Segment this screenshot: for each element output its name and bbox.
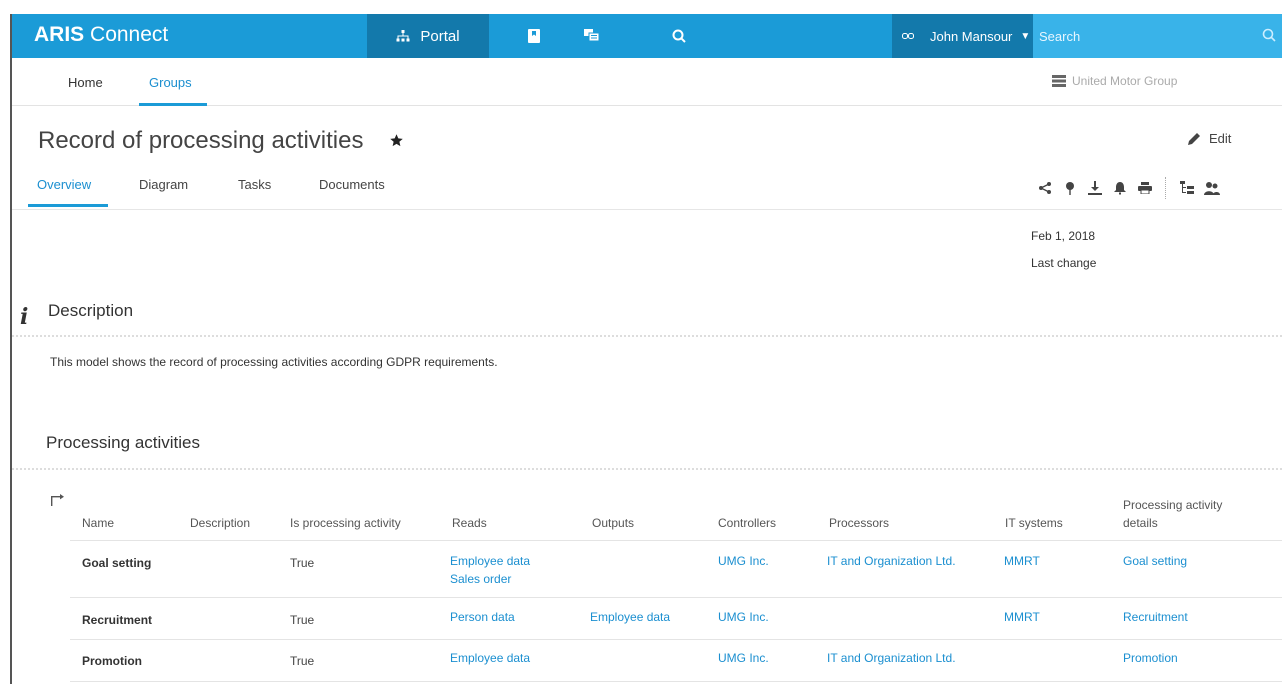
organization-selector[interactable]: United Motor Group xyxy=(1052,74,1177,88)
toolbar-divider xyxy=(1165,177,1166,199)
cell-reads-link[interactable]: Person data xyxy=(450,608,515,626)
portal-label: Portal xyxy=(420,27,460,45)
sub-navigation: Home Groups United Motor Group xyxy=(12,58,1282,106)
tab-diagram[interactable]: Diagram xyxy=(139,177,188,192)
print-icon[interactable] xyxy=(1134,180,1155,196)
section-divider xyxy=(12,468,1282,470)
cell-details-link[interactable]: Promotion xyxy=(1123,649,1178,667)
column-header-description[interactable]: Description xyxy=(190,514,250,532)
cell-controllers-link[interactable]: UMG Inc. xyxy=(718,649,769,667)
column-header-it-systems[interactable]: IT systems xyxy=(1005,514,1063,532)
favorite-star-icon[interactable] xyxy=(389,133,404,148)
processing-activities-heading: Processing activities xyxy=(46,433,201,452)
organization-name: United Motor Group xyxy=(1072,74,1178,88)
column-header-processors[interactable]: Processors xyxy=(829,514,889,532)
user-name: John Mansour xyxy=(930,28,1013,44)
aris-connect-window: ARIS Connect Portal John Mansour ▼ Searc… xyxy=(10,14,1282,684)
tabs-divider xyxy=(12,209,1282,210)
link-icon xyxy=(902,30,914,42)
column-header-is-processing[interactable]: Is processing activity xyxy=(290,514,401,532)
table-row-divider xyxy=(70,681,1282,682)
page-toolbar xyxy=(1034,177,1226,199)
table-header-divider xyxy=(70,540,1282,541)
edit-label: Edit xyxy=(1209,131,1232,146)
topbar-search-button[interactable] xyxy=(672,14,686,58)
collaboration-icon xyxy=(584,29,600,42)
subscribe-icon[interactable] xyxy=(1109,180,1130,196)
cell-name: Promotion xyxy=(82,654,142,668)
cell-reads-link[interactable]: Employee data xyxy=(450,552,530,570)
cell-it-systems-link[interactable]: MMRT xyxy=(1004,608,1040,626)
column-header-outputs[interactable]: Outputs xyxy=(592,514,634,532)
pencil-icon xyxy=(1188,132,1200,145)
download-icon[interactable] xyxy=(1084,180,1105,196)
info-icon: i xyxy=(20,304,29,330)
tab-active-underline xyxy=(28,204,108,207)
pin-icon[interactable] xyxy=(1059,180,1080,196)
cell-reads-link[interactable]: Sales order xyxy=(450,570,511,588)
column-header-details[interactable]: Processing activity details xyxy=(1123,496,1253,532)
nav-home[interactable]: Home xyxy=(68,75,103,90)
table-row-divider xyxy=(70,597,1282,598)
cell-details-link[interactable]: Goal setting xyxy=(1123,552,1187,570)
app-logo[interactable]: ARIS Connect xyxy=(34,23,168,47)
last-change-label: Last change xyxy=(1031,256,1097,270)
tree-icon[interactable] xyxy=(1176,180,1197,196)
chevron-down-icon: ▼ xyxy=(1020,30,1031,42)
organization-icon xyxy=(1052,75,1066,87)
nav-groups[interactable]: Groups xyxy=(149,75,192,90)
cell-reads-link[interactable]: Employee data xyxy=(450,649,530,667)
transpose-table-icon[interactable] xyxy=(51,494,65,506)
tab-tasks[interactable]: Tasks xyxy=(238,177,271,192)
collaboration-button[interactable] xyxy=(584,14,600,58)
cell-is-processing: True xyxy=(290,654,315,668)
top-bar: ARIS Connect Portal John Mansour ▼ Searc… xyxy=(12,14,1282,58)
section-divider xyxy=(12,335,1282,337)
page-title: Record of processing activities xyxy=(38,127,364,154)
column-header-controllers[interactable]: Controllers xyxy=(718,514,776,532)
user-menu[interactable]: John Mansour ▼ xyxy=(892,14,1033,58)
search-icon[interactable] xyxy=(1262,28,1276,42)
bookmark-button[interactable] xyxy=(528,14,540,58)
description-text: This model shows the record of processin… xyxy=(50,355,498,369)
users-icon[interactable] xyxy=(1201,180,1222,196)
column-header-reads[interactable]: Reads xyxy=(452,514,487,532)
cell-controllers-link[interactable]: UMG Inc. xyxy=(718,552,769,570)
nav-active-underline xyxy=(139,103,207,106)
search-box xyxy=(1033,14,1282,58)
search-input[interactable] xyxy=(1039,28,1249,44)
sitemap-icon xyxy=(396,30,410,42)
cell-is-processing: True xyxy=(290,613,315,627)
column-header-name[interactable]: Name xyxy=(82,514,114,532)
last-change-date: Feb 1, 2018 xyxy=(1031,229,1096,243)
cell-name: Recruitment xyxy=(82,613,153,627)
portal-button[interactable]: Portal xyxy=(367,14,489,58)
tab-overview[interactable]: Overview xyxy=(37,177,91,192)
description-heading: Description xyxy=(48,301,134,320)
tab-documents[interactable]: Documents xyxy=(319,177,385,192)
cell-is-processing: True xyxy=(290,556,315,570)
bookmark-icon xyxy=(528,29,540,43)
cell-details-link[interactable]: Recruitment xyxy=(1123,608,1188,626)
table-row-divider xyxy=(70,639,1282,640)
edit-button[interactable]: Edit xyxy=(1187,131,1231,146)
cell-it-systems-link[interactable]: MMRT xyxy=(1004,552,1040,570)
cell-processors-link[interactable]: IT and Organization Ltd. xyxy=(827,552,956,570)
search-icon xyxy=(672,29,686,43)
cell-controllers-link[interactable]: UMG Inc. xyxy=(718,608,769,626)
cell-outputs-link[interactable]: Employee data xyxy=(590,608,670,626)
cell-name: Goal setting xyxy=(82,556,152,570)
share-icon[interactable] xyxy=(1034,180,1055,196)
cell-processors-link[interactable]: IT and Organization Ltd. xyxy=(827,649,956,667)
